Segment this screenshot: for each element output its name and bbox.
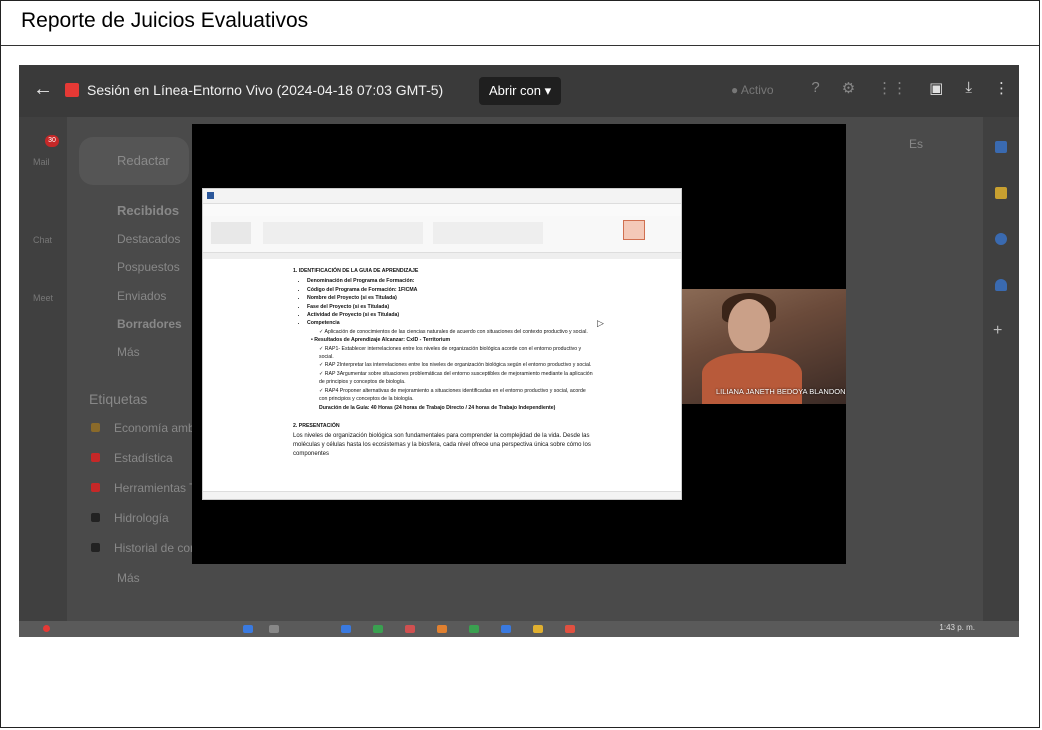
start-icon[interactable] bbox=[243, 625, 253, 633]
taskbar-app-icon[interactable] bbox=[437, 625, 447, 633]
doc-item: Fase del Proyecto (si es Titulada) bbox=[307, 303, 593, 311]
calendar-icon[interactable] bbox=[995, 141, 1007, 153]
label-color-icon bbox=[91, 423, 100, 432]
taskbar-app-icon[interactable] bbox=[341, 625, 351, 633]
styles-group bbox=[433, 222, 543, 244]
gmail-rail: 30 Mail Chat Meet bbox=[19, 117, 67, 637]
doc-duracion: Duración de la Guía: 40 Horas (24 horas … bbox=[319, 404, 556, 411]
viewer-actions: ? ⚙ ⋮⋮ ▣ ⤓ ⋮ bbox=[811, 79, 1009, 97]
labels-more[interactable]: Más bbox=[117, 571, 140, 585]
word-status-bar bbox=[203, 491, 681, 499]
doc-rap: ✓ RAP 3Argumentar sobre situaciones prob… bbox=[319, 370, 593, 386]
taskbar-app-icon[interactable] bbox=[373, 625, 383, 633]
label-color-icon bbox=[91, 513, 100, 522]
tasks-icon[interactable] bbox=[995, 233, 1007, 245]
doc-item: Actividad de Proyecto (si es Titulada) bbox=[307, 311, 593, 319]
word-menu-bar bbox=[203, 204, 681, 216]
notification-icon[interactable] bbox=[43, 625, 50, 632]
video-file-icon bbox=[65, 83, 79, 97]
page-frame: Reporte de Juicios Evaluativos 30 Mail C… bbox=[0, 0, 1040, 728]
doc-item: Código del Programa de Formación: 1FICMA bbox=[307, 286, 593, 294]
chrome-icon[interactable] bbox=[565, 625, 575, 633]
help-icon[interactable]: ? bbox=[811, 79, 819, 97]
nav-more[interactable]: Más bbox=[117, 345, 140, 359]
doc-presentation: Los niveles de organización biológica so… bbox=[293, 433, 591, 458]
contacts-icon[interactable] bbox=[995, 279, 1007, 291]
search-icon[interactable] bbox=[269, 625, 279, 633]
doc-rap: ✓ RAP1- Establecer interrelaciones entre… bbox=[319, 345, 582, 361]
webcam-feed: LILIANA JANETH BEDOYA BLANDON bbox=[682, 289, 846, 404]
file-title: Sesión en Línea-Entorno Vivo (2024-04-18… bbox=[87, 82, 444, 98]
word-app-icon bbox=[207, 192, 214, 199]
folder-icon[interactable] bbox=[533, 625, 543, 633]
label-item[interactable]: Estadística bbox=[91, 451, 173, 465]
viewer-toolbar: ← Sesión en Línea-Entorno Vivo (2024-04-… bbox=[19, 65, 1019, 117]
taskbar-app-icon[interactable] bbox=[469, 625, 479, 633]
document-page: 1. IDENTIFICACIÓN DE LA GUIA DE APRENDIZ… bbox=[293, 267, 593, 493]
os-taskbar bbox=[19, 621, 1019, 637]
side-panel-rail: + bbox=[983, 117, 1019, 637]
open-with-button[interactable]: Abrir con ▾ bbox=[479, 77, 562, 105]
taskbar-app-icon[interactable] bbox=[405, 625, 415, 633]
mouse-cursor-icon: ▷ bbox=[597, 318, 604, 328]
status-indicator: ● Activo bbox=[731, 83, 774, 97]
language-selector[interactable]: Es bbox=[909, 137, 923, 151]
settings-gear-icon[interactable]: ⚙ bbox=[842, 79, 855, 97]
label-color-icon bbox=[91, 483, 100, 492]
embedded-screenshot: 30 Mail Chat Meet Redactar Recibidos Des… bbox=[19, 65, 1019, 637]
rail-chat[interactable]: Chat bbox=[33, 235, 52, 245]
doc-rap: ✓ RAP 2Interpretar las interrelaciones e… bbox=[319, 362, 592, 369]
nav-inbox[interactable]: Recibidos bbox=[117, 203, 179, 218]
back-arrow-icon[interactable]: ← bbox=[33, 78, 53, 101]
participant-shirt bbox=[702, 353, 802, 404]
more-options-icon[interactable]: ⋮ bbox=[994, 79, 1009, 97]
nav-drafts[interactable]: Borradores bbox=[117, 317, 182, 331]
shared-word-document: 1. IDENTIFICACIÓN DE LA GUIA DE APRENDIZ… bbox=[202, 188, 682, 500]
font-group bbox=[263, 222, 423, 244]
word-ribbon bbox=[203, 216, 681, 253]
add-to-drive-icon[interactable]: ▣ bbox=[929, 79, 943, 97]
label-color-icon bbox=[91, 543, 100, 552]
paste-icon bbox=[211, 222, 251, 244]
keep-icon[interactable] bbox=[995, 187, 1007, 199]
doc-resultados: • Resultados de Aprendizaje Alcanzar: Cx… bbox=[311, 337, 451, 344]
nav-starred[interactable]: Destacados bbox=[117, 232, 180, 246]
nav-sent[interactable]: Enviados bbox=[117, 289, 166, 303]
doc-heading-2: 2. PRESENTACIÓN bbox=[293, 422, 340, 429]
compose-label: Redactar bbox=[117, 153, 170, 168]
doc-rap: ✓ RAP4 Proponer alternativas de mejorami… bbox=[319, 387, 586, 403]
doc-item: Competencia bbox=[307, 319, 593, 327]
participant-name: LILIANA JANETH BEDOYA BLANDON bbox=[716, 387, 846, 396]
video-player[interactable]: 1. IDENTIFICACIÓN DE LA GUIA DE APRENDIZ… bbox=[192, 124, 846, 564]
label-item[interactable]: Hidrología bbox=[91, 511, 169, 525]
doc-item: Nombre del Proyecto (si es Titulada) bbox=[307, 294, 593, 302]
nav-snoozed[interactable]: Pospuestos bbox=[117, 260, 180, 274]
word-ruler bbox=[203, 253, 681, 259]
taskbar-app-icon[interactable] bbox=[501, 625, 511, 633]
rail-mail[interactable]: Mail bbox=[33, 157, 50, 167]
doc-identification-list: Denominación del Programa de Formación: … bbox=[293, 277, 593, 327]
unread-badge: 30 bbox=[45, 135, 59, 147]
label-item[interactable]: Historial de con bbox=[91, 541, 197, 555]
title-divider bbox=[1, 45, 1039, 46]
report-title: Reporte de Juicios Evaluativos bbox=[21, 9, 309, 32]
doc-competencia: ✓ Aplicación de conocimientos de las cie… bbox=[319, 328, 588, 335]
label-color-icon bbox=[91, 453, 100, 462]
label-item[interactable]: Herramientas Te bbox=[91, 481, 202, 495]
doc-item: Denominación del Programa de Formación: bbox=[307, 277, 593, 285]
labels-heading: Etiquetas bbox=[89, 391, 148, 407]
compose-button[interactable]: Redactar bbox=[79, 137, 189, 185]
download-icon[interactable]: ⤓ bbox=[965, 79, 972, 97]
addins-icon bbox=[623, 220, 645, 240]
label-item[interactable]: Economía ambi bbox=[91, 421, 197, 435]
add-addon-icon[interactable]: + bbox=[993, 322, 1002, 340]
word-title-bar bbox=[203, 189, 681, 204]
taskbar-clock: 1:43 p. m. bbox=[939, 623, 975, 632]
apps-grid-icon[interactable]: ⋮⋮ bbox=[877, 79, 907, 97]
rail-meet[interactable]: Meet bbox=[33, 293, 53, 303]
doc-heading-1: 1. IDENTIFICACIÓN DE LA GUIA DE APRENDIZ… bbox=[293, 268, 419, 274]
participant-face bbox=[728, 299, 770, 351]
